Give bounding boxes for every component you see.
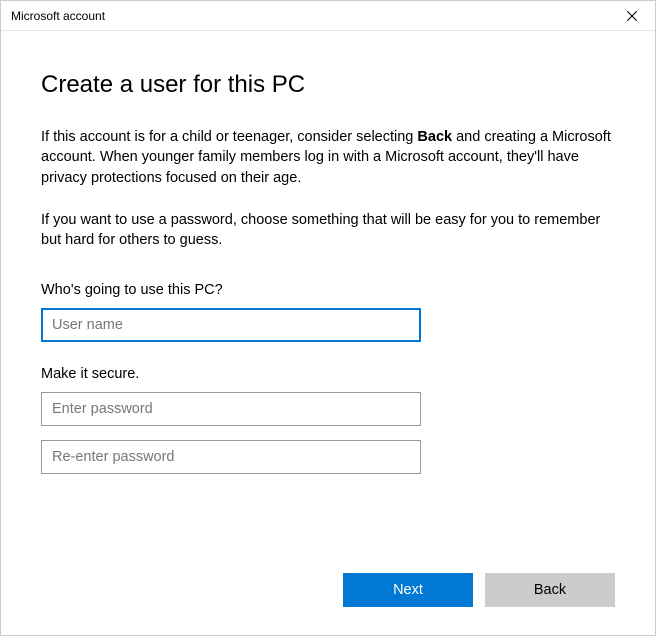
password-section-label: Make it secure. <box>41 366 615 382</box>
intro-paragraph-1: If this account is for a child or teenag… <box>41 127 615 188</box>
intro-paragraph-2: If you want to use a password, choose so… <box>41 210 615 251</box>
password-confirm-input[interactable] <box>41 440 421 474</box>
close-icon <box>627 11 637 21</box>
username-input[interactable] <box>41 308 421 342</box>
username-section-label: Who's going to use this PC? <box>41 282 615 298</box>
back-button[interactable]: Back <box>485 573 615 607</box>
intro-text-bold: Back <box>417 129 452 145</box>
window-title: Microsoft account <box>11 9 105 23</box>
intro-text-pre: If this account is for a child or teenag… <box>41 129 417 145</box>
dialog-content: Create a user for this PC If this accoun… <box>1 31 655 635</box>
password-input[interactable] <box>41 392 421 426</box>
close-button[interactable] <box>609 1 655 31</box>
next-button[interactable]: Next <box>343 573 473 607</box>
button-row: Next Back <box>343 573 615 607</box>
page-heading: Create a user for this PC <box>41 71 615 99</box>
titlebar: Microsoft account <box>1 1 655 31</box>
dialog-window: Microsoft account Create a user for this… <box>0 0 656 636</box>
